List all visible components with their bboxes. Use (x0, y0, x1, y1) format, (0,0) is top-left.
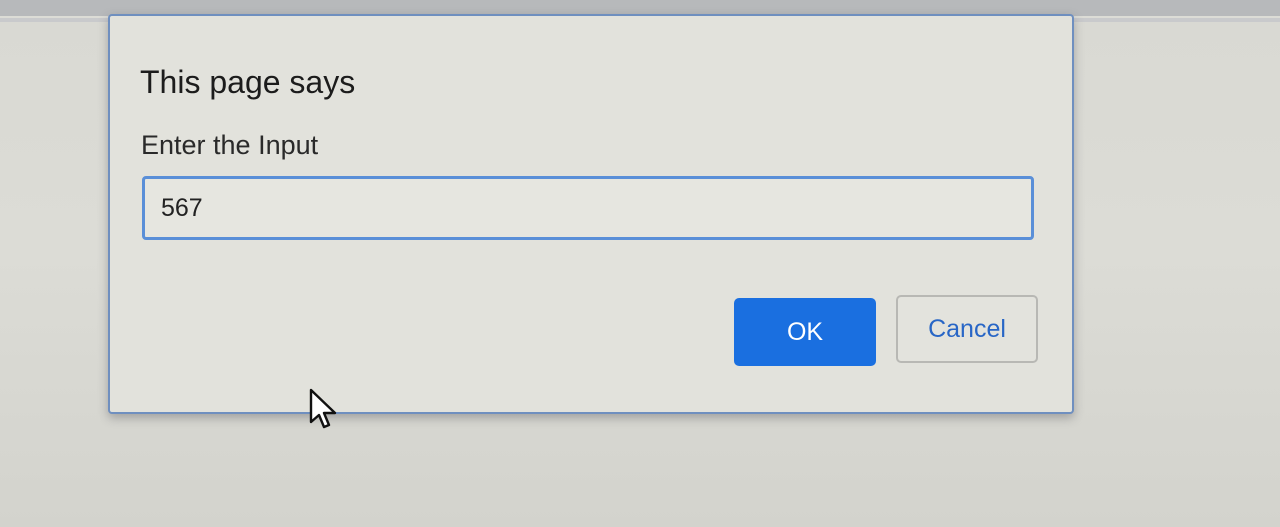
ok-button[interactable]: OK (734, 298, 876, 366)
cancel-button[interactable]: Cancel (896, 295, 1038, 363)
prompt-dialog: This page says Enter the Input OK Cancel (108, 14, 1074, 414)
dialog-message: Enter the Input (141, 130, 319, 160)
mouse-pointer-icon (309, 388, 337, 429)
dialog-title: This page says (140, 64, 356, 100)
prompt-input[interactable] (142, 176, 1034, 240)
